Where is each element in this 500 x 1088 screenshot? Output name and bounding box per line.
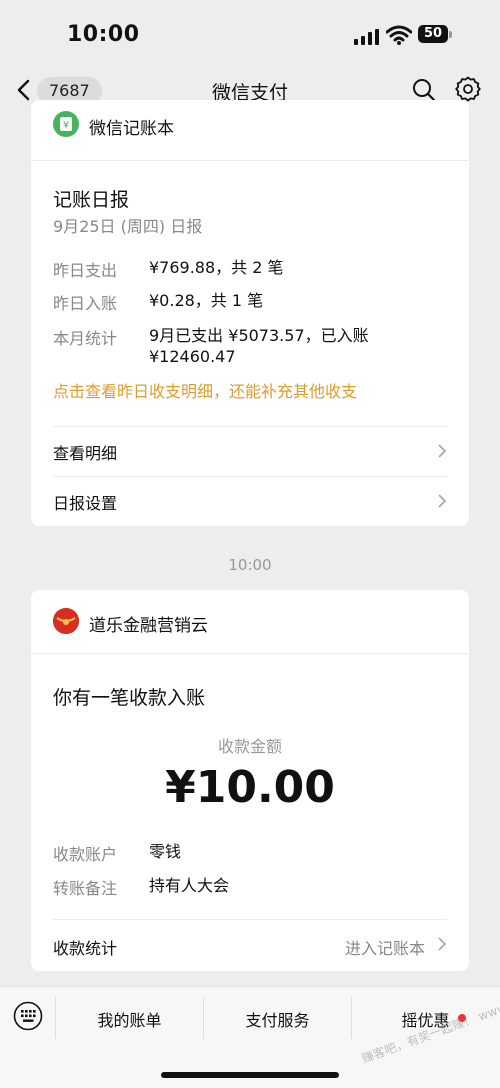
view-details-row[interactable]: 查看明细	[31, 427, 469, 476]
merchant-name: 道乐金融营销云	[89, 616, 208, 636]
view-details-label: 查看明细	[53, 444, 118, 463]
ledger-app-icon: ¥	[53, 111, 79, 137]
status-time: 10:00	[67, 22, 140, 47]
account-value: 零钱	[149, 842, 182, 861]
chevron-right-icon	[438, 494, 447, 508]
payment-stats-row[interactable]: 收款统计 进入记账本	[31, 920, 469, 969]
ledger-app-name: 微信记账本	[89, 119, 174, 139]
battery-icon: 50	[418, 25, 454, 45]
expense-value: ¥769.88，共 2 笔	[149, 258, 284, 277]
payment-notice-card[interactable]: 道乐金融营销云 你有一笔收款入账 收款金额 ¥10.00 收款账户 零钱 转账备…	[31, 590, 469, 971]
keyboard-icon[interactable]	[13, 1001, 43, 1031]
amount-label: 收款金额	[217, 737, 282, 756]
search-icon[interactable]	[412, 78, 436, 102]
chevron-right-icon	[438, 444, 447, 458]
chevron-right-icon	[438, 937, 447, 951]
battery-level: 50	[418, 25, 448, 43]
month-stats-value: 9月已支出 ¥5073.57，已入账 ¥12460.47	[149, 326, 369, 366]
report-title: 记账日报	[53, 189, 130, 211]
notice-title: 你有一笔收款入账	[53, 687, 206, 709]
home-indicator[interactable]	[161, 1072, 339, 1078]
open-ledger-link: 进入记账本	[344, 939, 425, 958]
income-label: 昨日入账	[53, 294, 118, 313]
report-settings-label: 日报设置	[53, 494, 118, 513]
month-stats-label: 本月统计	[53, 329, 118, 348]
wifi-icon	[386, 25, 412, 45]
report-settings-row[interactable]: 日报设置	[31, 477, 469, 526]
message-timestamp: 10:00	[228, 556, 272, 574]
amount-value: ¥10.00	[165, 762, 335, 813]
status-bar: 10:00 50	[0, 0, 500, 70]
stats-label: 收款统计	[53, 939, 118, 958]
gear-icon[interactable]	[455, 76, 481, 102]
card-header: 道乐金融营销云	[31, 590, 469, 654]
expense-label: 昨日支出	[53, 261, 118, 280]
svg-text:¥: ¥	[63, 120, 69, 131]
account-label: 收款账户	[53, 845, 118, 864]
remark-label: 转账备注	[53, 879, 118, 898]
signal-icon	[354, 29, 379, 45]
report-date: 9月25日 (周四) 日报	[53, 217, 203, 236]
remark-value: 持有人大会	[149, 876, 230, 895]
details-link[interactable]: 点击查看昨日收支明细，还能补充其他收支	[53, 378, 357, 402]
back-icon[interactable]	[14, 79, 34, 101]
tab-payment-services[interactable]: 支付服务	[204, 1007, 351, 1031]
income-value: ¥0.28，共 1 笔	[149, 291, 264, 310]
tab-my-bills[interactable]: 我的账单	[56, 1007, 203, 1031]
card-header: ¥ 微信记账本	[31, 100, 469, 161]
merchant-logo-icon	[53, 608, 79, 634]
ledger-report-card[interactable]: ¥ 微信记账本 记账日报 9月25日 (周四) 日报 昨日支出 ¥769.88，…	[31, 100, 469, 526]
